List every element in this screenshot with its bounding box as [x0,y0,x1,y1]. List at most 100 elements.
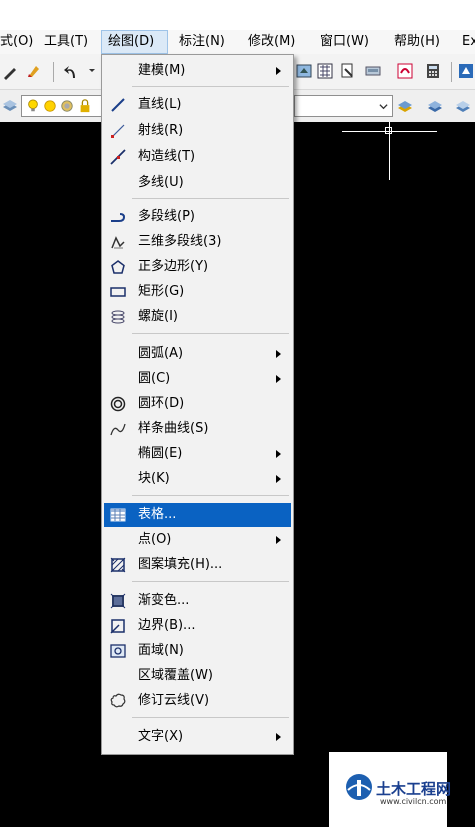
toolbar-icon-f[interactable] [458,63,474,79]
menu-item-label: 边界(B)... [138,618,196,633]
menu-item-label: 区域覆盖(W) [138,668,213,683]
boundary-icon [110,619,125,634]
menu-item-hatch[interactable]: 图案填充(H)... [104,554,291,576]
menu-item-label: 点(O) [138,532,172,547]
menu-item-label: 构造线(T) [138,149,196,164]
menu-item-label: 修订云线(V) [138,693,210,708]
menu-item-label: 射线(R) [138,123,184,138]
menu-bar: 式(O) 工具(T) 绘图(D) 标注(N) 修改(M) 窗口(W) 帮助(H)… [0,30,475,54]
menu-item-table[interactable]: 表格... [104,503,291,527]
menu-help[interactable]: 帮助(H) [394,30,440,54]
menu-item-ray[interactable]: 射线(R) [104,120,291,142]
brush-icon[interactable] [26,63,42,79]
menu-item-revcloud[interactable]: 修订云线(V) [104,690,291,712]
menu-item-wipeout[interactable]: 区域覆盖(W) [104,665,291,687]
gradient-icon [110,593,126,609]
menu-item-boundary[interactable]: 边界(B)... [104,615,291,637]
submenu-arrow-icon [276,475,281,483]
submenu-arrow-icon [276,67,281,75]
polygon-icon [111,260,125,274]
menu-item-rectangle[interactable]: 矩形(G) [104,281,291,303]
toolbar-divider [53,62,54,82]
menu-item-label: 圆弧(A) [138,346,184,361]
logo-text: 土木工程网 [376,780,452,798]
menu-item-modeling[interactable]: 建模(M) [104,60,291,82]
globe-logo-icon [346,774,372,800]
menu-item-label: 表格... [138,507,177,522]
dropdown-arrow-icon[interactable] [88,66,96,74]
line-icon [111,98,125,112]
region-icon [110,644,126,658]
toolbar-icon-e[interactable] [397,63,413,79]
menu-item-arc[interactable]: 圆弧(A) [104,343,291,365]
polyline-icon [111,213,126,222]
menu-item-block[interactable]: 块(K) [104,468,291,490]
menu-item-multiline[interactable]: 多线(U) [104,172,291,194]
menu-separator [132,86,289,87]
layer-match-icon[interactable] [397,98,413,114]
menu-separator [132,717,289,718]
toolbar-divider [451,62,452,82]
menu-item-circle[interactable]: 圆(C) [104,368,291,390]
menu-format[interactable]: 式(O) [0,30,33,54]
pencil-icon[interactable] [2,64,18,80]
submenu-arrow-icon [276,375,281,383]
menu-item-label: 多线(U) [138,175,184,190]
menu-item-region[interactable]: 面域(N) [104,640,291,662]
menu-item-label: 图案填充(H)... [138,557,223,572]
ray-icon [111,124,125,138]
crosshair-pickbox [385,127,392,134]
viewport-freeze-icon[interactable] [60,99,74,113]
menu-item-3d-polyline[interactable]: 三维多段线(3) [104,231,291,253]
lock-icon[interactable] [78,99,92,113]
menu-item-label: 文字(X) [138,729,184,744]
menu-item-polyline[interactable]: 多段线(P) [104,206,291,228]
menu-item-spline[interactable]: 样条曲线(S) [104,418,291,440]
layer-state-icon[interactable] [455,98,471,114]
toolbar-icon-c[interactable] [340,63,356,79]
menu-window[interactable]: 窗口(W) [320,30,369,54]
menu-item-helix[interactable]: 螺旋(I) [104,306,291,328]
layer-stack-icon[interactable] [2,98,18,114]
sun-icon[interactable] [43,99,57,113]
undo-icon[interactable] [63,64,79,80]
menu-item-label: 建模(M) [138,63,186,78]
chevron-down-icon[interactable] [379,102,388,111]
properties-combo[interactable] [294,95,393,117]
calculator-icon[interactable] [425,63,441,79]
toolbar-icon-a[interactable] [296,63,312,79]
menu-item-text[interactable]: 文字(X) [104,726,291,748]
table-icon [110,508,126,522]
menu-item-ellipse[interactable]: 椭圆(E) [104,443,291,465]
toolbar-icon-b[interactable] [317,63,333,79]
menu-item-donut[interactable]: 圆环(D) [104,393,291,415]
menu-dimension[interactable]: 标注(N) [179,30,225,54]
draw-menu: 建模(M) 直线(L) 射线(R) 构造线(T) 多线(U) 多段线(P) 三维… [101,54,294,755]
lightbulb-icon[interactable] [26,99,40,113]
menu-modify[interactable]: 修改(M) [248,30,295,54]
menu-express[interactable]: Ex [462,30,475,54]
menu-item-line[interactable]: 直线(L) [104,94,291,116]
menu-item-label: 面域(N) [138,643,184,658]
menu-item-label: 样条曲线(S) [138,421,209,436]
menu-item-label: 块(K) [138,471,170,486]
rectangle-icon [110,287,126,297]
hatch-icon [110,557,126,573]
menu-item-point[interactable]: 点(O) [104,529,291,551]
menu-item-construction-line[interactable]: 构造线(T) [104,146,291,168]
menu-separator [132,581,289,582]
menu-separator [132,333,289,334]
menu-draw[interactable]: 绘图(D) [101,30,168,54]
helix-icon [111,310,125,324]
menu-separator [132,495,289,496]
layer-previous-icon[interactable] [427,98,443,114]
menu-item-polygon[interactable]: 正多边形(Y) [104,256,291,278]
toolbar-icon-d[interactable] [365,63,381,79]
menu-item-gradient[interactable]: 渐变色... [104,590,291,612]
submenu-arrow-icon [276,733,281,741]
menu-tools[interactable]: 工具(T) [44,30,88,54]
menu-item-label: 三维多段线(3) [138,234,222,249]
3d-polyline-icon [111,236,125,249]
menu-item-label: 圆环(D) [138,396,185,411]
layer-combo[interactable] [21,95,102,117]
